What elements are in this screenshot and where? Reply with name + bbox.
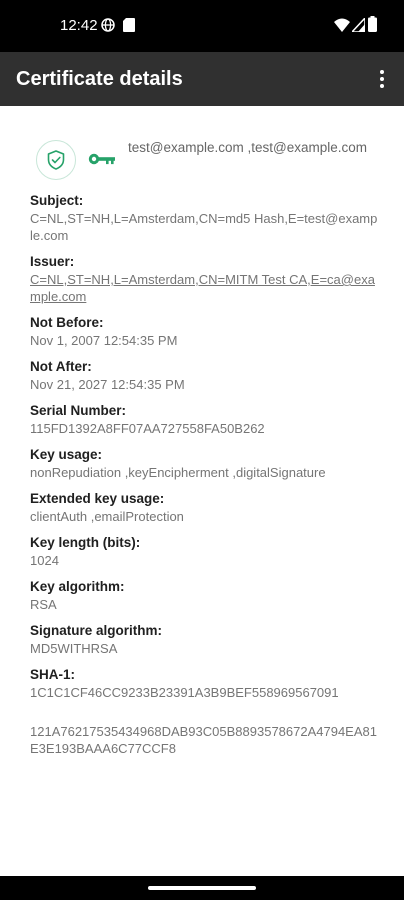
- field-value: 1C1C1CF46CC9233B23391A3B9BEF558969567091: [30, 685, 339, 700]
- field-signature-algorithm: Signature algorithm: MD5WITHRSA: [30, 622, 380, 657]
- field-key-algorithm: Key algorithm: RSA: [30, 578, 380, 613]
- navigation-bar: [0, 876, 404, 900]
- field-extended-key-usage: Extended key usage: clientAuth ,emailPro…: [30, 490, 380, 525]
- shield-check-icon: [36, 140, 76, 180]
- field-label: Extended key usage:: [30, 491, 165, 506]
- key-icon: [88, 153, 115, 165]
- field-value: 1024: [30, 553, 59, 568]
- field-serial-number: Serial Number: 115FD1392A8FF07AA727558FA…: [30, 402, 380, 437]
- certificate-header: test@example.com ,test@example.com: [0, 106, 404, 186]
- field-label: Key algorithm:: [30, 579, 125, 594]
- field-label: Serial Number:: [30, 403, 127, 418]
- issuer-link[interactable]: C=NL,ST=NH,L=Amsterdam,CN=MITM Test CA,E…: [30, 271, 380, 305]
- field-key-usage: Key usage: nonRepudiation ,keyEncipherme…: [30, 446, 380, 481]
- status-time: 12:42: [60, 17, 98, 34]
- wifi-icon: [334, 18, 350, 32]
- field-value: C=NL,ST=NH,L=Amsterdam,CN=md5 Hash,E=tes…: [30, 211, 378, 243]
- status-bar: 12:42: [0, 0, 404, 52]
- field-value: clientAuth ,emailProtection: [30, 509, 184, 524]
- field-value: Nov 21, 2027 12:54:35 PM: [30, 377, 185, 392]
- field-label: Subject:: [30, 193, 84, 208]
- more-vert-icon[interactable]: [370, 66, 394, 92]
- field-sha1: SHA-1: 1C1C1CF46CC9233B23391A3B9BEF55896…: [30, 666, 380, 701]
- field-label: Issuer:: [30, 254, 75, 269]
- field-label: Not After:: [30, 359, 92, 374]
- field-label: Not Before:: [30, 315, 104, 330]
- field-label: Key length (bits):: [30, 535, 141, 550]
- globe-icon: [101, 18, 115, 32]
- field-value: MD5WITHRSA: [30, 641, 118, 656]
- field-not-after: Not After: Nov 21, 2027 12:54:35 PM: [30, 358, 380, 393]
- field-label: Key usage:: [30, 447, 103, 462]
- field-value: Nov 1, 2007 12:54:35 PM: [30, 333, 178, 348]
- field-not-before: Not Before: Nov 1, 2007 12:54:35 PM: [30, 314, 380, 349]
- screen: 12:42 Certificate details test@example.c…: [0, 0, 404, 900]
- field-subject: Subject: C=NL,ST=NH,L=Amsterdam,CN=md5 H…: [30, 192, 380, 244]
- battery-icon: [368, 16, 377, 32]
- signal-icon: [352, 18, 365, 32]
- sd-card-icon: [123, 18, 135, 32]
- field-issuer: Issuer: C=NL,ST=NH,L=Amsterdam,CN=MITM T…: [30, 253, 380, 305]
- home-gesture-handle[interactable]: [148, 886, 256, 890]
- certificate-emails: test@example.com ,test@example.com: [128, 140, 367, 155]
- field-label: Signature algorithm:: [30, 623, 163, 638]
- field-value: nonRepudiation ,keyEncipherment ,digital…: [30, 465, 326, 480]
- field-value: RSA: [30, 597, 57, 612]
- sha256-value: 121A76217535434968DAB93C05B8893578672A47…: [30, 724, 377, 756]
- app-bar: Certificate details: [0, 52, 404, 106]
- page-title: Certificate details: [16, 68, 183, 90]
- field-label: SHA-1:: [30, 667, 76, 682]
- certificate-fields: Subject: C=NL,ST=NH,L=Amsterdam,CN=md5 H…: [30, 192, 380, 757]
- field-key-length: Key length (bits): 1024: [30, 534, 380, 569]
- field-value: 115FD1392A8FF07AA727558FA50B262: [30, 421, 265, 436]
